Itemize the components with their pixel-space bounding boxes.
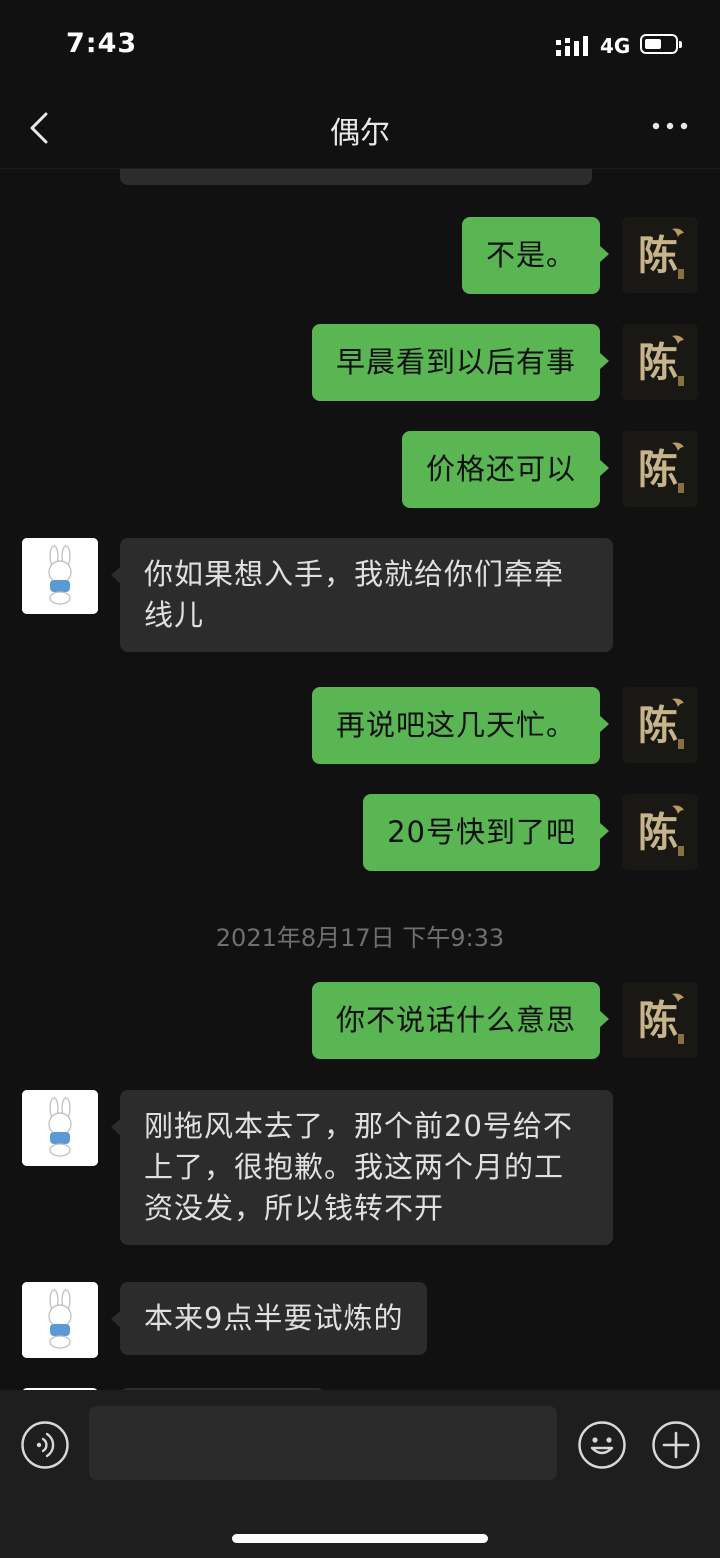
calligraphy-avatar-icon: 陈 [622, 324, 698, 400]
svg-text:陈: 陈 [638, 446, 678, 493]
chat-input-bar [0, 1390, 720, 1558]
message-bubble-sent[interactable]: 价格还可以 [401, 431, 610, 508]
avatar-me[interactable]: 陈 [622, 217, 698, 293]
message-text: 你不说话什么意思 [335, 1003, 576, 1037]
chat-header: 偶尔 [0, 90, 720, 169]
message-text: 刚拖风本去了，那个前20号给不上了，很抱歉。我这两个月的工资没发，所以钱转不开 [144, 1109, 573, 1225]
voice-icon[interactable] [20, 1420, 70, 1470]
message-text: 本来9点半要试炼的 [144, 1301, 404, 1335]
avatar-me[interactable]: 陈 [622, 982, 698, 1058]
message-text: 早晨看到以后有事 [335, 345, 576, 379]
calligraphy-avatar-icon: 陈 [622, 431, 698, 507]
avatar-me[interactable]: 陈 [622, 687, 698, 763]
network-type: 4G [600, 34, 631, 58]
message-text: 再说吧这几天忙。 [335, 708, 576, 742]
svg-text:陈: 陈 [638, 702, 678, 749]
avatar-contact[interactable] [22, 1090, 98, 1166]
message-bubble-partial[interactable] [120, 168, 592, 185]
signal-icon [556, 36, 588, 56]
message-bubble-received[interactable]: 本来9点半要试炼的 [110, 1282, 428, 1355]
message-timestamp: 2021年8月17日 下午9:33 [215, 924, 505, 952]
message-text: 你如果想入手，我就给你们牵牵线儿 [144, 557, 565, 632]
svg-text:陈: 陈 [638, 232, 678, 279]
svg-text:陈: 陈 [638, 339, 678, 386]
avatar-contact[interactable] [22, 538, 98, 614]
message-bubble-sent[interactable]: 你不说话什么意思 [311, 982, 610, 1059]
message-text: 不是。 [485, 238, 576, 272]
chat-title[interactable]: 偶尔 [0, 108, 720, 152]
avatar-me[interactable]: 陈 [622, 794, 698, 870]
avatar-me[interactable]: 陈 [622, 324, 698, 400]
calligraphy-avatar-icon: 陈 [622, 794, 698, 870]
message-bubble-sent[interactable]: 早晨看到以后有事 [311, 324, 610, 401]
avatar-me[interactable]: 陈 [622, 431, 698, 507]
message-input[interactable] [89, 1406, 557, 1480]
message-bubble-sent[interactable]: 20号快到了吧 [363, 794, 609, 871]
message-bubble-sent[interactable]: 再说吧这几天忙。 [311, 687, 610, 764]
svg-text:陈: 陈 [638, 997, 678, 1044]
message-text: 价格还可以 [425, 452, 576, 486]
plus-icon[interactable] [651, 1420, 701, 1470]
status-time: 7:43 [66, 28, 138, 59]
calligraphy-avatar-icon: 陈 [622, 217, 698, 293]
avatar-contact[interactable] [22, 1282, 98, 1358]
svg-text:陈: 陈 [638, 809, 678, 856]
message-bubble-received[interactable]: 刚拖风本去了，那个前20号给不上了，很抱歉。我这两个月的工资没发，所以钱转不开 [111, 1090, 613, 1245]
calligraphy-avatar-icon: 陈 [622, 982, 698, 1058]
emoji-icon[interactable] [577, 1420, 627, 1470]
message-text: 20号快到了吧 [387, 815, 576, 849]
message-bubble-sent[interactable]: 不是。 [461, 217, 610, 294]
home-indicator[interactable] [232, 1534, 488, 1543]
more-dots-icon[interactable] [650, 114, 690, 138]
bunny-avatar-icon [22, 1282, 98, 1358]
message-bubble-received[interactable]: 你如果想入手，我就给你们牵牵线儿 [111, 538, 613, 652]
status-bar: 7:43 4G [0, 0, 720, 90]
chat-message-list[interactable]: 不是。 陈 早晨看到以后有事 陈 价格还可以 陈 你如果想入手，我就给你们牵牵线… [0, 168, 720, 1390]
bunny-avatar-icon [22, 1090, 98, 1166]
battery-icon [640, 34, 682, 54]
calligraphy-avatar-icon: 陈 [622, 687, 698, 763]
bunny-avatar-icon [22, 538, 98, 614]
